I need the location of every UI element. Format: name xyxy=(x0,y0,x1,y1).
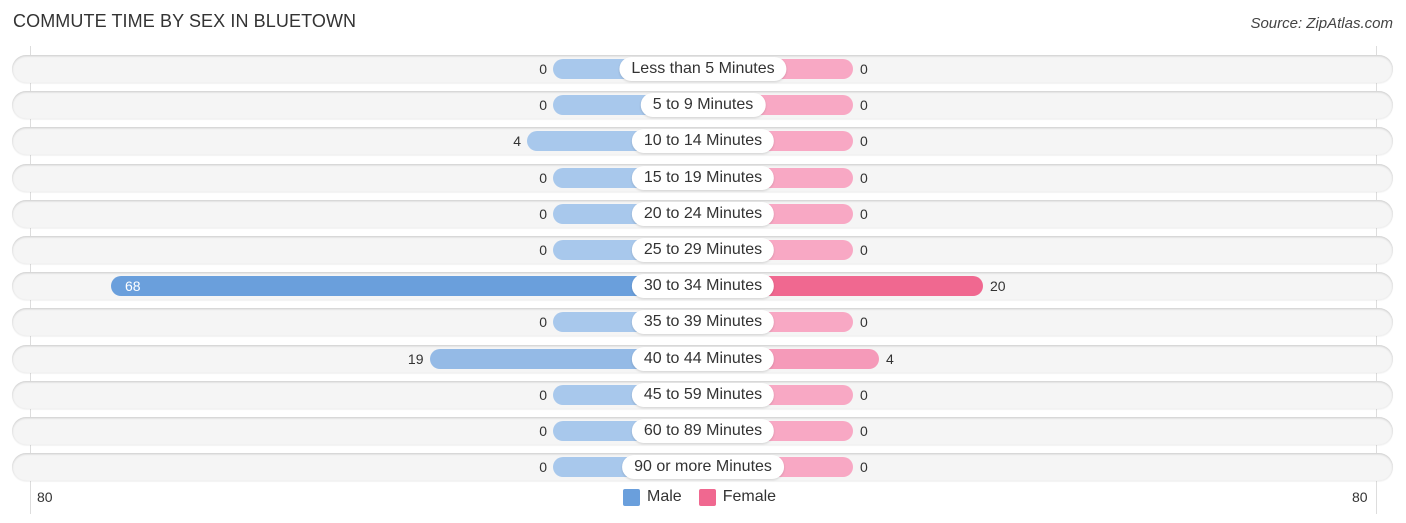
value-label-female: 0 xyxy=(860,169,868,186)
axis-tick-left: 80 xyxy=(37,489,53,505)
chart-title: COMMUTE TIME BY SEX IN BLUETOWN xyxy=(13,11,357,31)
chart-row: 30 to 34 Minutes 68 20 xyxy=(12,272,1393,301)
value-label-male: 0 xyxy=(539,423,547,439)
chart-row: 10 to 14 Minutes 4 0 xyxy=(12,127,1393,156)
category-label: 20 to 24 Minutes xyxy=(631,201,775,226)
value-label-female: 0 xyxy=(860,386,868,403)
chart-row: 20 to 24 Minutes 0 0 xyxy=(12,199,1393,228)
source-label: Source: ZipAtlas.com xyxy=(1250,15,1393,32)
legend-label-male: Male xyxy=(647,488,682,505)
category-label: 45 to 59 Minutes xyxy=(631,382,775,407)
category-label: Less than 5 Minutes xyxy=(619,57,787,81)
value-label-male: 0 xyxy=(539,386,547,403)
value-label-female: 20 xyxy=(990,278,1006,295)
bar-male[interactable] xyxy=(111,276,703,297)
value-label-male: 19 xyxy=(407,350,424,367)
value-label-male: 0 xyxy=(539,169,547,186)
value-label-female: 0 xyxy=(860,459,868,476)
value-label-female: 0 xyxy=(860,97,868,114)
legend-label-female: Female xyxy=(722,488,777,505)
value-label-male: 0 xyxy=(539,61,547,77)
chart-row: 25 to 29 Minutes 0 0 xyxy=(12,236,1393,264)
chart-row: 5 to 9 Minutes 0 0 xyxy=(12,91,1393,120)
value-label-female: 4 xyxy=(886,350,894,367)
value-label-male: 0 xyxy=(539,459,547,476)
category-label: 90 or more Minutes xyxy=(622,455,784,480)
axis-tick-right: 80 xyxy=(1352,489,1368,505)
value-label-male: 0 xyxy=(539,205,547,222)
value-label-male: 4 xyxy=(513,133,521,150)
category-label: 40 to 44 Minutes xyxy=(631,346,775,371)
value-label-female: 0 xyxy=(860,133,868,150)
legend-item-male[interactable]: Male xyxy=(623,488,682,506)
value-label-female: 0 xyxy=(860,314,868,331)
category-label: 15 to 19 Minutes xyxy=(631,165,775,190)
value-label-female: 0 xyxy=(860,242,868,258)
legend-item-female[interactable]: Female xyxy=(698,488,777,506)
chart-row: 90 or more Minutes 0 0 xyxy=(12,453,1393,482)
value-label-female: 0 xyxy=(860,61,868,77)
value-label-male: 68 xyxy=(125,278,141,295)
value-label-male: 0 xyxy=(539,314,547,331)
value-label-female: 0 xyxy=(860,423,868,439)
chart-row: 35 to 39 Minutes 0 0 xyxy=(12,308,1393,337)
value-label-female: 0 xyxy=(860,205,868,222)
chart-row: 45 to 59 Minutes 0 0 xyxy=(12,380,1393,409)
value-label-male: 0 xyxy=(539,242,547,258)
legend-swatch-female xyxy=(698,488,716,506)
legend-swatch-male xyxy=(623,488,640,506)
category-label: 30 to 34 Minutes xyxy=(631,274,775,299)
category-label: 5 to 9 Minutes xyxy=(640,93,766,118)
chart-row: 60 to 89 Minutes 0 0 xyxy=(12,417,1393,445)
category-label: 60 to 89 Minutes xyxy=(631,419,775,443)
chart-row: 40 to 44 Minutes 19 4 xyxy=(12,344,1393,373)
category-label: 25 to 29 Minutes xyxy=(631,238,775,262)
chart-row: 15 to 19 Minutes 0 0 xyxy=(12,163,1393,192)
legend: Male Female xyxy=(623,488,793,506)
category-label: 35 to 39 Minutes xyxy=(631,310,775,335)
chart-row: Less than 5 Minutes 0 0 xyxy=(12,55,1393,83)
category-label: 10 to 14 Minutes xyxy=(631,129,775,154)
value-label-male: 0 xyxy=(539,97,547,114)
